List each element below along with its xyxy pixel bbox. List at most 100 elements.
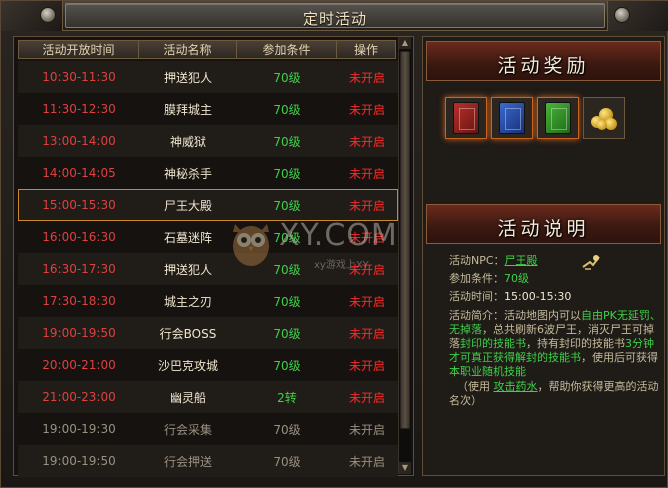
row-condition: 70级 <box>273 422 301 437</box>
row-time: 19:00-19:50 <box>42 326 116 340</box>
row-status[interactable]: 未开启 <box>337 101 397 118</box>
reward-slot-4[interactable] <box>583 97 625 139</box>
row-status[interactable]: 未开启 <box>337 165 397 182</box>
row-time: 15:00-15:30 <box>42 198 116 212</box>
table-row[interactable]: 21:00-23:00 幽灵船 2转 未开启 <box>18 381 398 413</box>
row-activity-name: 尸王大殿 <box>163 198 212 213</box>
table-row[interactable]: 17:30-18:30 城主之刃 70级 未开启 <box>18 285 398 317</box>
row-time: 11:30-12:30 <box>42 102 116 116</box>
intro-part: 活动地图内可以 <box>504 309 581 322</box>
reward-slot-1[interactable] <box>445 97 487 139</box>
time-value: 15:00-15:30 <box>504 290 572 303</box>
row-status[interactable]: 未开启 <box>337 421 397 438</box>
rewards-header: 活动奖励 <box>426 41 661 81</box>
table-row[interactable]: 19:00-19:50 行会BOSS 70级 未开启 <box>18 317 398 349</box>
row-activity-name: 膜拜城主 <box>163 102 212 117</box>
header-action: 操作 <box>336 40 396 59</box>
row-activity-name: 行会BOSS <box>159 326 217 341</box>
intro-highlight: 封印的技能书 <box>460 337 526 350</box>
row-activity-name: 幽灵船 <box>169 390 206 405</box>
table-row[interactable]: 14:00-14:05 神秘杀手 70级 未开启 <box>18 157 398 189</box>
row-time: 21:00-23:00 <box>42 390 116 404</box>
header-name: 活动名称 <box>138 40 236 59</box>
gold-coins-icon <box>589 104 619 132</box>
window-title: 定时活动 <box>302 10 367 28</box>
reward-slot-3[interactable] <box>537 97 579 139</box>
row-status[interactable]: 未开启 <box>337 133 397 150</box>
intro-label: 活动简介： <box>449 309 504 322</box>
timed-activity-window: 定时活动 活动开放时间 活动名称 参加条件 操作 10:30-11:30 押送犯人… <box>0 0 668 488</box>
row-status[interactable]: 未开启 <box>337 197 397 214</box>
npc-label: 活动NPC： <box>449 254 505 267</box>
scroll-thumb[interactable] <box>400 51 410 429</box>
row-status[interactable]: 未开启 <box>337 229 397 246</box>
activity-description: 活动NPC：尸王殿 参加条件：70级 活动时间：15:00-15:30 活动简介… <box>449 253 662 408</box>
npc-link[interactable]: 尸王殿 <box>505 254 538 267</box>
row-time: 14:00-14:05 <box>42 166 116 180</box>
reward-slot-2[interactable] <box>491 97 533 139</box>
row-activity-name: 沙巴克攻城 <box>157 358 218 373</box>
row-condition: 70级 <box>273 70 301 85</box>
right-corner-ornament <box>607 1 668 31</box>
condition-label: 参加条件： <box>449 272 504 285</box>
row-activity-name: 城主之刃 <box>163 294 212 309</box>
row-activity-name: 行会采集 <box>163 422 212 437</box>
row-activity-name: 石墓迷阵 <box>163 230 212 245</box>
table-row[interactable]: 20:00-21:00 沙巴克攻城 70级 未开启 <box>18 349 398 381</box>
table-row[interactable]: 11:30-12:30 膜拜城主 70级 未开启 <box>18 93 398 125</box>
row-time: 13:00-14:00 <box>42 134 116 148</box>
row-condition: 70级 <box>273 134 301 149</box>
row-time: 20:00-21:00 <box>42 358 116 372</box>
table-body: 10:30-11:30 押送犯人 70级 未开启 11:30-12:30 膜拜城主 70级未… <box>18 61 398 477</box>
teleport-icon[interactable] <box>581 253 601 271</box>
row-condition: 70级 <box>273 230 301 245</box>
row-status[interactable]: 未开启 <box>337 261 397 278</box>
table-row[interactable]: 16:30-17:30 押送犯人 70级 未开启 <box>18 253 398 285</box>
row-activity-name: 押送犯人 <box>163 262 212 277</box>
info-header: 活动说明 <box>426 204 661 244</box>
row-condition: 70级 <box>273 198 301 213</box>
gem-icon <box>40 7 56 23</box>
row-time: 19:00-19:50 <box>42 454 116 468</box>
row-time: 16:30-17:30 <box>42 262 116 276</box>
table-row[interactable]: 19:00-19:30 行会采集 70级 未开启 <box>18 413 398 445</box>
tip-part: （使用 <box>457 380 494 393</box>
title-plate: 定时活动 <box>65 3 605 28</box>
table-header: 活动开放时间 活动名称 参加条件 操作 <box>18 40 396 59</box>
scroll-up-button[interactable]: ▲ <box>399 37 411 49</box>
row-condition: 2转 <box>277 390 297 405</box>
row-condition: 70级 <box>273 262 301 277</box>
attack-potion-link[interactable]: 攻击药水 <box>494 380 538 393</box>
potion-tip: （使用 攻击药水，帮助你获得更高的活动名次） <box>449 380 662 408</box>
row-status[interactable]: 未开启 <box>337 357 397 374</box>
table-row[interactable]: 10:30-11:30 押送犯人 70级 未开启 <box>18 61 398 93</box>
info-title: 活动说明 <box>497 218 590 240</box>
table-scrollbar[interactable]: ▲ ▼ <box>398 37 411 474</box>
row-time: 10:30-11:30 <box>42 70 116 84</box>
header-condition: 参加条件 <box>236 40 336 59</box>
header-time: 活动开放时间 <box>18 40 138 59</box>
table-row[interactable]: 15:00-15:30 尸王大殿 70级 未开启 <box>18 189 398 221</box>
row-time: 19:00-19:30 <box>42 422 116 436</box>
intro-part: ，持有封印的技能书 <box>526 337 625 350</box>
intro-part: ，使用后可获得 <box>581 351 658 364</box>
row-status[interactable]: 未开启 <box>337 389 397 406</box>
row-status[interactable]: 未开启 <box>337 453 397 470</box>
row-activity-name: 行会押送 <box>163 454 212 469</box>
reward-slots <box>445 97 625 139</box>
title-bar: 定时活动 <box>1 1 668 31</box>
row-status[interactable]: 未开启 <box>337 293 397 310</box>
time-label: 活动时间： <box>449 290 504 303</box>
table-row[interactable]: 19:00-19:50 行会押送 70级 未开启 <box>18 445 398 477</box>
blue-skill-book-icon <box>499 102 525 134</box>
table-row[interactable]: 13:00-14:00 神威狱 70级 未开启 <box>18 125 398 157</box>
row-condition: 70级 <box>273 326 301 341</box>
table-row[interactable]: 16:00-16:30 石墓迷阵 70级 未开启 <box>18 221 398 253</box>
row-status[interactable]: 未开启 <box>337 69 397 86</box>
scroll-down-button[interactable]: ▼ <box>399 462 411 474</box>
red-skill-book-icon <box>453 102 479 134</box>
row-condition: 70级 <box>273 358 301 373</box>
condition-value: 70级 <box>504 272 529 285</box>
row-status[interactable]: 未开启 <box>337 325 397 342</box>
row-condition: 70级 <box>273 454 301 469</box>
